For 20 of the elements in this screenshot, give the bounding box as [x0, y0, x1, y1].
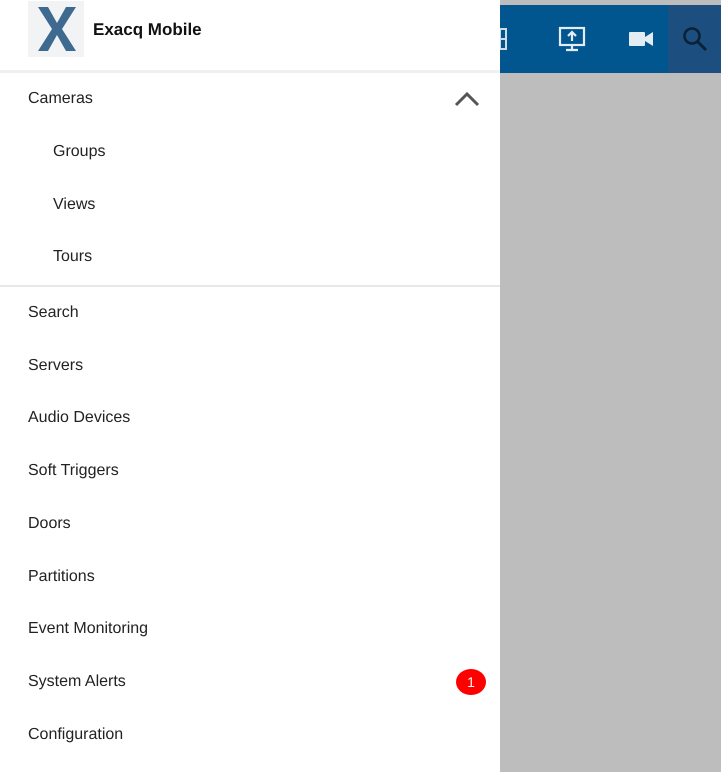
search-icon	[680, 25, 708, 53]
menu-item[interactable]: Doors	[0, 498, 500, 550]
menu-item[interactable]: Servers	[0, 339, 500, 392]
menu-item[interactable]: Partitions	[0, 550, 500, 603]
grid-icon[interactable]	[500, 27, 508, 51]
app-title: Exacq Mobile	[93, 20, 202, 40]
logo-icon	[28, 1, 84, 57]
menu-item[interactable]: Search	[0, 286, 500, 340]
submenu-item[interactable]: Groups	[0, 126, 500, 178]
monitor-upload-icon[interactable]	[558, 25, 586, 53]
menu-item[interactable]: Configuration	[0, 708, 500, 761]
submenu-item[interactable]: Tours	[0, 231, 500, 284]
menu-item[interactable]: Cameras	[0, 73, 500, 126]
menu-item[interactable]: Event Monitoring	[0, 602, 500, 656]
menu-item[interactable]: Soft Triggers	[0, 444, 500, 498]
menu-item[interactable]: Audio Devices	[0, 392, 500, 445]
menu-item[interactable]: System Alerts 1	[0, 656, 500, 708]
submenu-item[interactable]: Views	[0, 178, 500, 232]
chevron-icon[interactable]	[454, 91, 480, 108]
notification-badge: 1	[456, 668, 486, 695]
